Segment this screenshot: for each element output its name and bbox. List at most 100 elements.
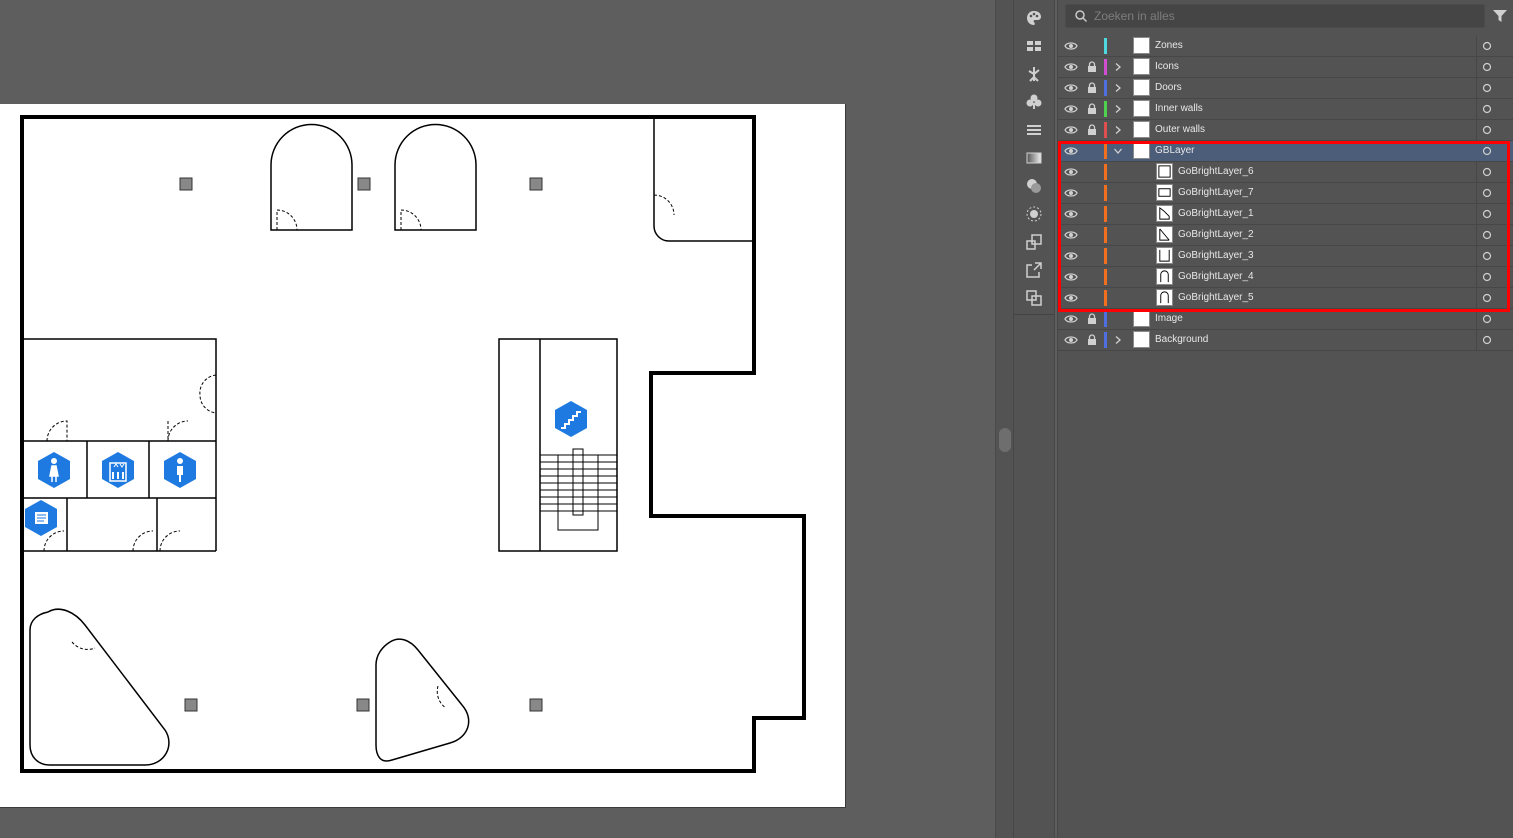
eye-icon[interactable] bbox=[1064, 271, 1078, 283]
eye-icon[interactable] bbox=[1064, 166, 1078, 178]
stair-path bbox=[557, 455, 599, 531]
chevron-right-icon[interactable] bbox=[1113, 83, 1123, 93]
search-box[interactable] bbox=[1065, 4, 1485, 28]
eye-icon[interactable] bbox=[1064, 334, 1078, 346]
eye-icon[interactable] bbox=[1064, 229, 1078, 241]
eye-icon[interactable] bbox=[1064, 61, 1078, 73]
transform-icon[interactable] bbox=[1022, 231, 1046, 253]
layer-name[interactable]: Outer walls bbox=[1155, 124, 1205, 135]
layer-name[interactable]: Background bbox=[1155, 334, 1208, 345]
lock-icon[interactable] bbox=[1087, 103, 1097, 115]
search-input[interactable] bbox=[1094, 7, 1474, 25]
export-icon[interactable] bbox=[1022, 259, 1046, 281]
layer-name[interactable]: Icons bbox=[1155, 61, 1179, 72]
eye-icon[interactable] bbox=[1064, 313, 1078, 325]
symbols-icon[interactable] bbox=[1022, 91, 1046, 113]
layer-row[interactable]: GoBrightLayer_1 bbox=[1058, 204, 1513, 225]
target-icon[interactable] bbox=[1482, 167, 1492, 177]
target-icon[interactable] bbox=[1482, 41, 1492, 51]
toolstrip-divider bbox=[1014, 314, 1054, 315]
pathfinder-icon[interactable] bbox=[1022, 287, 1046, 309]
eye-icon[interactable] bbox=[1064, 103, 1078, 115]
document-canvas[interactable] bbox=[0, 0, 995, 838]
layer-color-bar bbox=[1104, 311, 1107, 327]
target-icon[interactable] bbox=[1482, 188, 1492, 198]
appearance-icon[interactable] bbox=[1022, 203, 1046, 225]
layer-name[interactable]: Zones bbox=[1155, 40, 1183, 51]
eye-icon[interactable] bbox=[1064, 187, 1078, 199]
layer-thumbnail bbox=[1156, 268, 1173, 285]
target-icon[interactable] bbox=[1482, 272, 1492, 282]
chevron-right-icon[interactable] bbox=[1113, 335, 1123, 345]
transparency-icon[interactable] bbox=[1022, 175, 1046, 197]
layer-thumbnail bbox=[1156, 163, 1173, 180]
layer-name[interactable]: Doors bbox=[1155, 82, 1182, 93]
eye-icon[interactable] bbox=[1064, 250, 1078, 262]
door-swing bbox=[653, 194, 675, 216]
filter-icon[interactable] bbox=[1492, 8, 1508, 24]
lock-icon[interactable] bbox=[1087, 61, 1097, 73]
layer-name[interactable]: GoBrightLayer_1 bbox=[1178, 208, 1254, 219]
layer-row[interactable]: Zones bbox=[1058, 36, 1513, 57]
layer-name[interactable]: Image bbox=[1155, 313, 1183, 324]
target-icon[interactable] bbox=[1482, 230, 1492, 240]
target-icon[interactable] bbox=[1482, 146, 1492, 156]
layer-name[interactable]: GoBrightLayer_2 bbox=[1178, 229, 1254, 240]
layer-name[interactable]: GoBrightLayer_4 bbox=[1178, 271, 1254, 282]
target-icon[interactable] bbox=[1482, 62, 1492, 72]
layer-row[interactable]: Inner walls bbox=[1058, 99, 1513, 120]
layer-row[interactable]: Image bbox=[1058, 309, 1513, 330]
layer-row[interactable]: GBLayer bbox=[1058, 141, 1513, 162]
align-icon[interactable] bbox=[1022, 119, 1046, 141]
target-icon[interactable] bbox=[1482, 209, 1492, 219]
puppet-warp-icon[interactable] bbox=[1022, 63, 1046, 85]
layer-name[interactable]: GBLayer bbox=[1155, 145, 1194, 156]
layer-name[interactable]: GoBrightLayer_3 bbox=[1178, 250, 1254, 261]
eye-icon[interactable] bbox=[1064, 145, 1078, 157]
layer-thumbnail bbox=[1133, 37, 1150, 54]
eye-icon[interactable] bbox=[1064, 292, 1078, 304]
layer-color-bar bbox=[1104, 164, 1107, 180]
lock-icon[interactable] bbox=[1087, 334, 1097, 346]
gradient-icon[interactable] bbox=[1022, 147, 1046, 169]
color-palette-icon[interactable] bbox=[1022, 7, 1046, 29]
target-icon[interactable] bbox=[1482, 104, 1492, 114]
eye-icon[interactable] bbox=[1064, 124, 1078, 136]
chevron-down-icon[interactable] bbox=[1113, 146, 1123, 156]
lock-icon[interactable] bbox=[1087, 82, 1097, 94]
layer-thumbnail bbox=[1133, 100, 1150, 117]
layer-row[interactable]: Doors bbox=[1058, 78, 1513, 99]
libraries-icon[interactable] bbox=[1022, 35, 1046, 57]
layer-name[interactable]: Inner walls bbox=[1155, 103, 1203, 114]
target-icon[interactable] bbox=[1482, 251, 1492, 261]
layer-row[interactable]: GoBrightLayer_2 bbox=[1058, 225, 1513, 246]
target-icon[interactable] bbox=[1482, 314, 1492, 324]
layer-row[interactable]: Icons bbox=[1058, 57, 1513, 78]
layer-row[interactable]: GoBrightLayer_3 bbox=[1058, 246, 1513, 267]
layer-row[interactable]: GoBrightLayer_4 bbox=[1058, 267, 1513, 288]
eye-icon[interactable] bbox=[1064, 82, 1078, 94]
eye-icon[interactable] bbox=[1064, 40, 1078, 52]
chevron-right-icon[interactable] bbox=[1113, 125, 1123, 135]
layer-row[interactable]: Background bbox=[1058, 330, 1513, 351]
layer-name[interactable]: GoBrightLayer_7 bbox=[1178, 187, 1254, 198]
lock-icon[interactable] bbox=[1087, 124, 1097, 136]
lock-icon[interactable] bbox=[1087, 313, 1097, 325]
artboard[interactable] bbox=[0, 104, 846, 808]
layer-row[interactable]: GoBrightLayer_6 bbox=[1058, 162, 1513, 183]
canvas-scrollbar[interactable] bbox=[995, 0, 1014, 838]
chevron-right-icon[interactable] bbox=[1113, 104, 1123, 114]
layer-name[interactable]: GoBrightLayer_6 bbox=[1178, 166, 1254, 177]
target-icon[interactable] bbox=[1482, 83, 1492, 93]
layer-name[interactable]: GoBrightLayer_5 bbox=[1178, 292, 1254, 303]
layer-row[interactable]: GoBrightLayer_7 bbox=[1058, 183, 1513, 204]
layer-row[interactable]: Outer walls bbox=[1058, 120, 1513, 141]
scrollbar-thumb[interactable] bbox=[999, 428, 1011, 452]
layer-row[interactable]: GoBrightLayer_5 bbox=[1058, 288, 1513, 309]
eye-icon[interactable] bbox=[1064, 208, 1078, 220]
target-icon[interactable] bbox=[1482, 293, 1492, 303]
target-icon[interactable] bbox=[1482, 335, 1492, 345]
target-icon[interactable] bbox=[1482, 125, 1492, 135]
chevron-right-icon[interactable] bbox=[1113, 62, 1123, 72]
layer-color-bar bbox=[1104, 38, 1107, 54]
